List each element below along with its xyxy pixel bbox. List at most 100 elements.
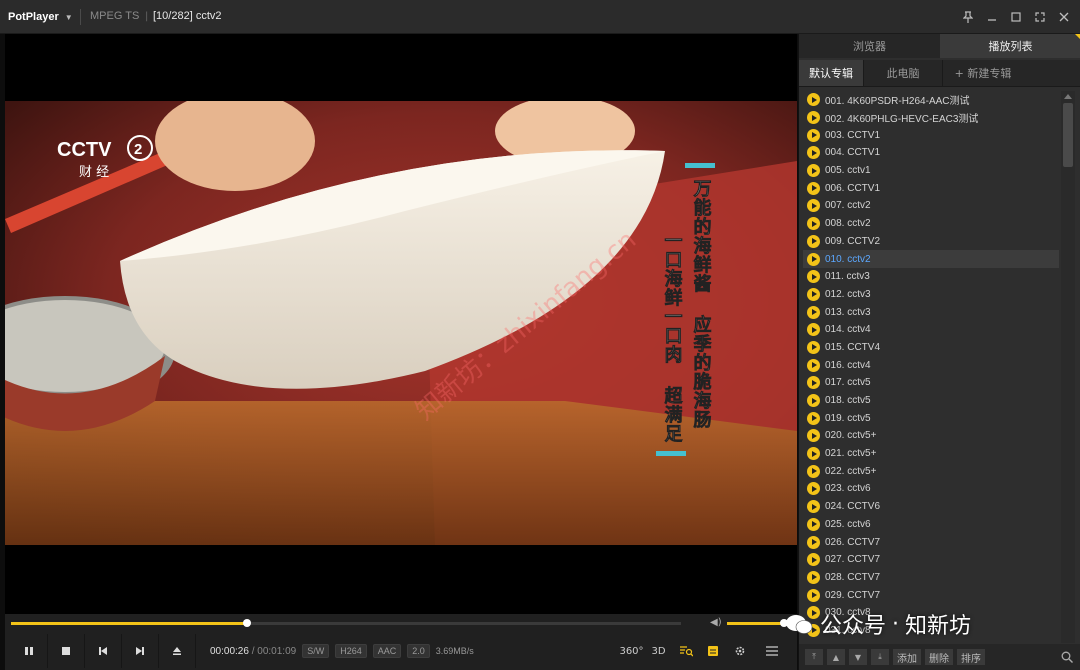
playlist-item[interactable]: 019. cctv5 [803, 409, 1059, 427]
channels-chip[interactable]: 2.0 [407, 644, 430, 658]
chevron-down-icon: ▼ [64, 12, 73, 22]
playlist-item[interactable]: 001. 4K60PSDR-H264-AAC测试 [803, 91, 1059, 109]
play-circle-icon [807, 234, 820, 248]
video-codec-chip[interactable]: H264 [335, 644, 367, 658]
delete-button[interactable]: 删除 [925, 649, 953, 665]
playlist-item[interactable]: 015. CCTV4 [803, 339, 1059, 357]
audio-codec-chip[interactable]: AAC [372, 644, 402, 658]
decoder-chip[interactable]: S/W [302, 644, 330, 658]
playlist-item[interactable]: 028. CCTV7 [803, 569, 1059, 587]
playlist-item-label: 011. cctv3 [825, 271, 870, 283]
playlist-item[interactable]: 002. 4K60PHLG-HEVC-EAC3测试 [803, 109, 1059, 127]
playlist-item-label: 009. CCTV2 [825, 235, 881, 247]
playlist-item[interactable]: 005. cctv1 [803, 162, 1059, 180]
next-icon [136, 647, 144, 655]
play-circle-icon [807, 517, 820, 531]
playlist-item[interactable]: 016. cctv4 [803, 356, 1059, 374]
eject-button[interactable] [159, 634, 196, 668]
playlist-item[interactable]: 012. cctv3 [803, 286, 1059, 304]
seek-bar[interactable] [11, 619, 681, 627]
playlist-item[interactable]: 008. cctv2 [803, 215, 1059, 233]
playlist-item[interactable]: 020. cctv5+ [803, 427, 1059, 445]
media-format: MPEG TS [90, 10, 140, 22]
play-circle-icon [807, 217, 820, 231]
playlist-item[interactable]: 018. cctv5 [803, 392, 1059, 410]
playlist-item[interactable]: 017. cctv5 [803, 374, 1059, 392]
playlist-item[interactable]: 022. cctv5+ [803, 462, 1059, 480]
settings-gear-icon[interactable] [726, 634, 753, 668]
playlist-item[interactable]: 029. CCTV7 [803, 586, 1059, 604]
playlist-scrollbar[interactable] [1061, 91, 1075, 643]
previous-icon [99, 647, 107, 655]
playlist-item-label: 023. cctv6 [825, 483, 871, 495]
playlist-item[interactable]: 003. CCTV1 [803, 126, 1059, 144]
move-down-icon[interactable]: ▼ [849, 649, 867, 665]
vr360-button[interactable]: 360° [618, 634, 645, 668]
playlist-search-icon[interactable] [672, 634, 699, 668]
playlist-item[interactable]: 027. CCTV7 [803, 551, 1059, 569]
move-up-icon[interactable]: ▲ [827, 649, 845, 665]
playlist-item[interactable]: 023. cctv6 [803, 480, 1059, 498]
playlist-item[interactable]: 007. cctv2 [803, 197, 1059, 215]
sort-button[interactable]: 排序 [957, 649, 985, 665]
video-area[interactable]: CCTV 2 财 经 万能的海鲜酱 应季的脆海肠 一口海鲜一口肉 超满足 知新坊… [5, 34, 797, 614]
tab-browser[interactable]: 浏览器 [799, 34, 940, 58]
pin-icon[interactable] [958, 6, 978, 28]
playlist-item[interactable]: 010. cctv2 [803, 250, 1059, 268]
subtab-default-album[interactable]: 默认专辑 [799, 60, 864, 86]
fullscreen-icon[interactable] [1030, 6, 1050, 28]
play-circle-icon [807, 553, 820, 567]
playlist-item[interactable]: 024. CCTV6 [803, 498, 1059, 516]
panel-tabs: 浏览器 播放列表 [799, 34, 1080, 58]
play-circle-icon [807, 181, 820, 195]
close-icon[interactable] [1054, 6, 1074, 28]
video-frame[interactable]: CCTV 2 财 经 万能的海鲜酱 应季的脆海肠 一口海鲜一口肉 超满足 知新坊… [5, 101, 797, 545]
playlist-item-label: 010. cctv2 [825, 253, 871, 265]
playlist-item-label: 024. CCTV6 [825, 501, 881, 513]
play-circle-icon [807, 447, 820, 461]
volume-icon[interactable]: ◀) [710, 617, 722, 628]
playlist-item-label: 005. cctv1 [825, 165, 871, 177]
playlist-item[interactable]: 011. cctv3 [803, 268, 1059, 286]
volume-slider[interactable] [727, 619, 788, 627]
next-button[interactable] [122, 634, 159, 668]
playlist-item[interactable]: 014. cctv4 [803, 321, 1059, 339]
minimize-icon[interactable] [982, 6, 1002, 28]
3d-button[interactable]: 3D [645, 634, 672, 668]
playlist-item-label: 004. CCTV1 [825, 147, 881, 159]
playlist-item[interactable]: 006. CCTV1 [803, 179, 1059, 197]
watermark-prefix: 公众号 [820, 614, 887, 639]
caption-right: 万能的海鲜酱 应季的脆海肠 [691, 179, 713, 429]
play-circle-icon [807, 570, 820, 584]
subtab-new-album[interactable]: + 新建专辑 [943, 60, 1023, 86]
playlist-item[interactable]: 004. CCTV1 [803, 144, 1059, 162]
playlist-item[interactable]: 026. CCTV7 [803, 533, 1059, 551]
playlist-item-label: 017. cctv5 [825, 377, 871, 389]
previous-button[interactable] [85, 634, 122, 668]
playlist-item[interactable]: 009. CCTV2 [803, 233, 1059, 251]
total-time: 00:01:09 [257, 645, 297, 657]
playlist-item[interactable]: 021. cctv5+ [803, 445, 1059, 463]
move-top-icon[interactable]: ⤒ [805, 649, 823, 665]
search-icon[interactable] [1003, 649, 1073, 665]
playlist-item-label: 003. CCTV1 [825, 129, 881, 141]
subtab-this-pc[interactable]: 此电脑 [864, 60, 943, 86]
app-menu-button[interactable]: PotPlayer ▼ [8, 8, 73, 26]
play-circle-icon [807, 164, 820, 178]
maximize-icon[interactable] [1006, 6, 1026, 28]
add-button[interactable]: 添加 [893, 649, 921, 665]
seek-handle[interactable] [242, 619, 251, 627]
stop-button[interactable] [48, 634, 85, 668]
pause-button[interactable] [11, 634, 48, 668]
subtitle-icon[interactable] [699, 634, 726, 668]
playlist-item[interactable]: 013. cctv3 [803, 303, 1059, 321]
playlist-item-label: 001. 4K60PSDR-H264-AAC测试 [825, 96, 970, 108]
playlist-item-label: 012. cctv3 [825, 288, 871, 300]
tab-playlist[interactable]: 播放列表 [940, 34, 1080, 58]
move-bottom-icon[interactable]: ⤓ [871, 649, 889, 665]
playlist-item[interactable]: 025. cctv6 [803, 516, 1059, 534]
playlist-item-label: 028. CCTV7 [825, 571, 881, 583]
play-circle-icon [807, 323, 820, 337]
scroll-thumb[interactable] [1063, 103, 1073, 167]
scroll-up-icon[interactable] [1064, 94, 1072, 99]
